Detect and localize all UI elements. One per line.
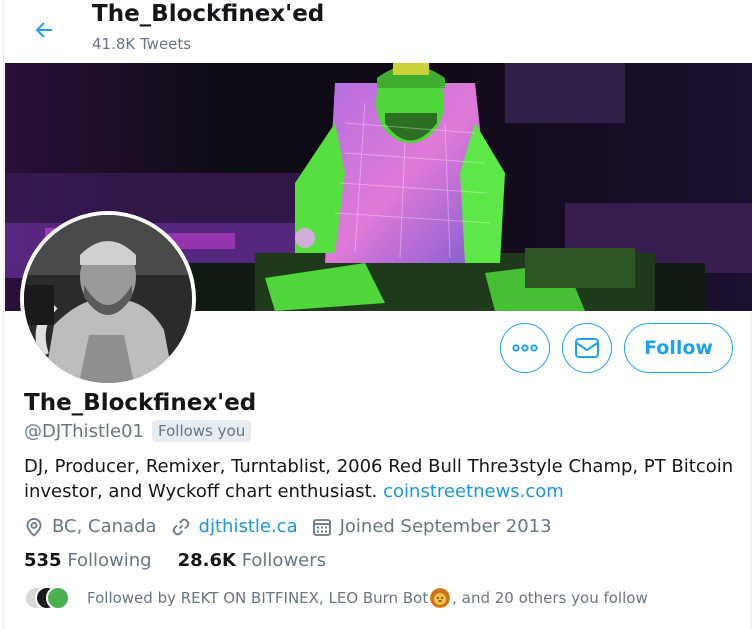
website-link[interactable]: djthistle.ca xyxy=(199,516,298,537)
handle: @DJThistle01 xyxy=(24,420,144,442)
followers-label: Followers xyxy=(241,550,327,571)
followers-count[interactable]: 28.6K Followers xyxy=(178,550,326,571)
bio-link[interactable]: coinstreetnews.com xyxy=(383,481,564,502)
follow-counts: 535 Following 28.6K Followers xyxy=(24,550,744,571)
profile-info: The_Blockfinex'ed @DJThistle01 Follows y… xyxy=(24,390,744,610)
handle-row: @DJThistle01 Follows you xyxy=(24,420,744,442)
link-icon xyxy=(172,518,189,535)
joined-text: Joined September 2013 xyxy=(339,516,552,537)
profile-meta: BC, Canada djthistle.ca Joined September… xyxy=(24,516,744,537)
joined-item: Joined September 2013 xyxy=(312,516,552,537)
followed-by-suffix: , and 20 others you follow xyxy=(452,589,648,607)
website-item: djthistle.ca xyxy=(171,516,298,537)
following-count[interactable]: 535 Following xyxy=(24,550,152,571)
followed-by-row[interactable]: Followed by REKT ON BITFINEX, LEO Burn B… xyxy=(24,586,744,610)
location-pin-icon xyxy=(26,517,42,537)
message-button[interactable] xyxy=(562,323,613,373)
bio: DJ, Producer, Remixer, Turntablist, 2006… xyxy=(24,454,744,504)
lion-emoji-icon xyxy=(430,588,451,608)
back-button[interactable] xyxy=(26,12,62,48)
calendar-icon xyxy=(312,518,331,536)
followers-value: 28.6K xyxy=(177,550,236,571)
follow-button[interactable]: Follow xyxy=(624,323,733,373)
location-text: BC, Canada xyxy=(52,516,157,537)
back-arrow-icon xyxy=(35,22,52,38)
envelope-icon xyxy=(575,338,600,358)
profile-header-bar: The_Blockfinex'ed 41.8K Tweets xyxy=(4,0,753,63)
following-label: Following xyxy=(67,550,152,571)
bio-text: DJ, Producer, Remixer, Turntablist, 2006… xyxy=(24,456,734,502)
more-icon xyxy=(512,344,538,352)
follows-you-badge: Follows you xyxy=(152,420,252,442)
followed-by-prefix: Followed by REKT ON BITFINEX, LEO Burn B… xyxy=(87,589,429,607)
mini-avatar-3 xyxy=(46,586,70,610)
header-title: The_Blockfinex'ed xyxy=(92,1,325,27)
display-name: The_Blockfinex'ed xyxy=(24,390,257,416)
following-value: 535 xyxy=(24,550,62,571)
followers-you-know-avatars xyxy=(24,586,72,610)
more-button[interactable] xyxy=(500,323,551,373)
profile-actions: Follow xyxy=(500,323,733,373)
profile-avatar[interactable] xyxy=(20,211,196,387)
tweet-count: 41.8K Tweets xyxy=(92,35,192,53)
location-item: BC, Canada xyxy=(24,516,157,537)
profile-page: The_Blockfinex'ed 41.8K Tweets Follow Th… xyxy=(3,0,753,629)
